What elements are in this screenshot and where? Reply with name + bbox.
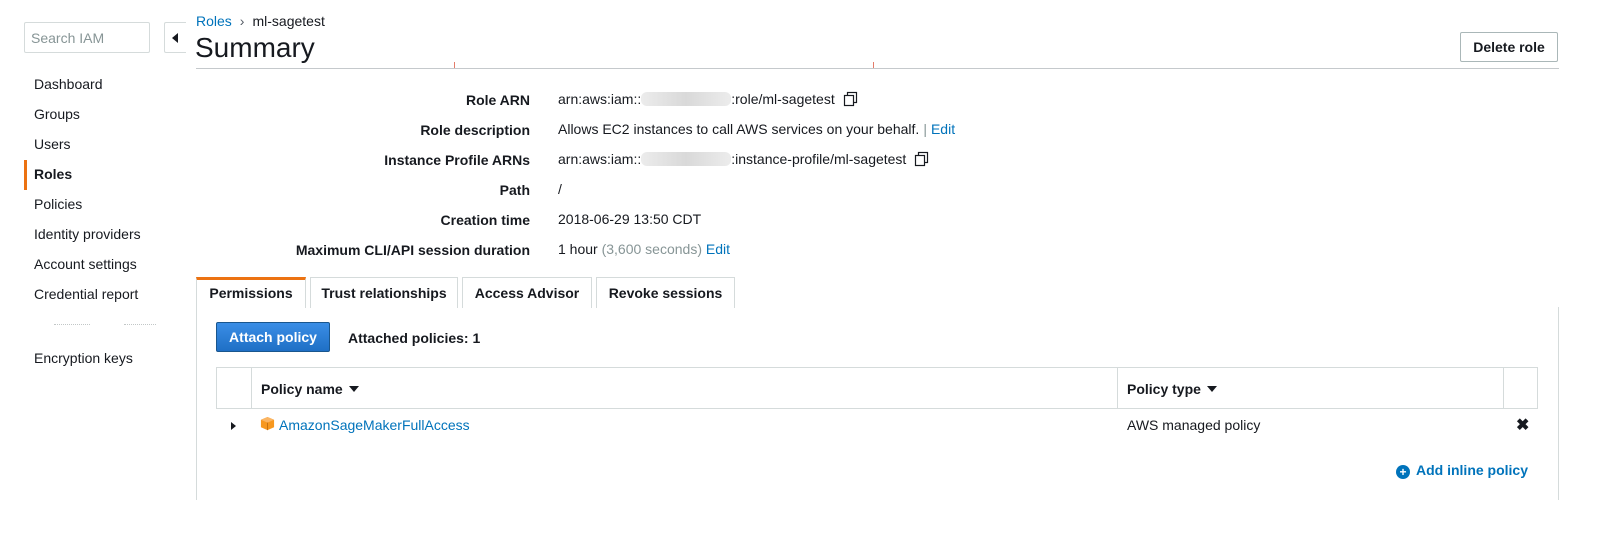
tab-trust-relationships[interactable]: Trust relationships [310,277,458,308]
creation-time-row: Creation time 2018-06-29 13:50 CDT [196,204,1196,234]
role-description-label: Role description [420,122,530,138]
role-description-text: Allows EC2 instances to call AWS service… [558,121,920,137]
title-divider [196,68,1559,69]
breadcrumb: Roles › ml-sagetest [196,13,325,29]
search-box [24,22,150,53]
creation-time-value: 2018-06-29 13:50 CDT [558,211,702,227]
edit-session-duration-link[interactable]: Edit [706,241,730,257]
session-duration-seconds: (3,600 seconds) [601,241,702,257]
policy-type-value: AWS managed policy [1127,417,1261,433]
path-value: / [558,181,562,197]
instance-profile-prefix: arn:aws:iam:: [558,151,642,167]
sidebar-item-policies[interactable]: Policies [24,190,194,220]
add-inline-policy-button[interactable]: + Add inline policy [1396,462,1528,479]
role-arn-value: arn:aws:iam:::role/ml-sagetest [558,91,859,107]
title-divider-tick [454,62,455,68]
role-summary-details: Role ARN arn:aws:iam:::role/ml-sagetest … [196,84,1196,264]
sidebar-item-groups[interactable]: Groups [24,100,194,130]
instance-profile-row: Instance Profile ARNs arn:aws:iam:::inst… [196,144,1196,174]
sidebar-divider [54,324,156,325]
copy-icon[interactable] [914,151,930,167]
page-title: Summary [195,32,315,63]
sidebar-item-roles[interactable]: Roles [24,160,194,190]
copy-icon[interactable] [843,91,859,107]
add-inline-policy-label: Add inline policy [1416,462,1529,478]
column-header-policy-name-label: Policy name [261,381,343,397]
sidebar: Dashboard Groups Users Roles Policies Id… [0,0,196,546]
sidebar-item-users[interactable]: Users [24,130,194,160]
aws-managed-policy-icon [260,416,275,431]
column-header-policy-name[interactable]: Policy name [261,381,359,397]
table-row: AmazonSageMakerFullAccess AWS managed po… [216,409,1538,443]
search-input[interactable] [25,23,149,52]
role-arn-prefix: arn:aws:iam:: [558,91,642,107]
plus-circle-icon: + [1396,465,1410,479]
breadcrumb-roles-link[interactable]: Roles [196,13,232,29]
session-duration-row: Maximum CLI/API session duration 1 hour … [196,234,1196,264]
sidebar-nav: Dashboard Groups Users Roles Policies Id… [24,70,194,310]
sidebar-item-credential-report[interactable]: Credential report [24,280,194,310]
chevron-right-icon: › [239,13,245,29]
sort-down-icon [348,386,359,392]
title-divider-tick [873,62,874,68]
sidebar-item-dashboard[interactable]: Dashboard [24,70,194,100]
caret-left-icon [172,33,178,43]
role-description-row: Role description Allows EC2 instances to… [196,114,1196,144]
remove-policy-icon[interactable]: ✖ [1516,415,1529,435]
delete-role-button[interactable]: Delete role [1460,32,1558,62]
policy-name-link[interactable]: AmazonSageMakerFullAccess [279,417,470,433]
instance-profile-value: arn:aws:iam:::instance-profile/ml-sagete… [558,151,930,167]
table-header: Policy name Policy type [216,367,1538,409]
sidebar-item-account-settings[interactable]: Account settings [24,250,194,280]
instance-profile-suffix: :instance-profile/ml-sagetest [731,151,907,167]
breadcrumb-current: ml-sagetest [252,13,325,29]
edit-description-link[interactable]: Edit [931,121,955,137]
column-header-policy-type-label: Policy type [1127,381,1201,397]
redacted-account-id [641,92,732,106]
policies-table: Policy name Policy type AmazonSageMakerF… [216,367,1538,443]
column-header-policy-type[interactable]: Policy type [1127,381,1217,397]
separator: | [923,121,927,137]
expand-row-icon[interactable] [231,422,236,430]
sidebar-item-encryption-keys-wrap: Encryption keys [24,344,133,374]
role-arn-suffix: :role/ml-sagetest [731,91,835,107]
session-duration-text: 1 hour [558,241,598,257]
sidebar-item-encryption-keys[interactable]: Encryption keys [24,344,133,374]
instance-profile-label: Instance Profile ARNs [384,152,530,168]
panel-border [1558,307,1559,500]
role-description-value: Allows EC2 instances to call AWS service… [558,121,955,137]
creation-time-label: Creation time [440,212,530,228]
column-divider [1117,368,1118,409]
collapse-sidebar-button[interactable] [164,22,186,53]
session-duration-value: 1 hour (3,600 seconds) Edit [558,241,730,257]
column-divider [1503,368,1504,409]
redacted-account-id [641,152,732,166]
role-arn-label: Role ARN [465,92,530,108]
attached-policies-count: Attached policies: 1 [348,330,481,346]
sidebar-item-identity-providers[interactable]: Identity providers [24,220,194,250]
tab-permissions[interactable]: Permissions [196,277,306,308]
tab-revoke-sessions[interactable]: Revoke sessions [596,277,735,308]
role-arn-row: Role ARN arn:aws:iam:::role/ml-sagetest [196,84,1196,114]
tab-access-advisor[interactable]: Access Advisor [462,277,592,308]
sort-down-icon [1206,386,1217,392]
path-label: Path [499,182,530,198]
attach-policy-button[interactable]: Attach policy [216,322,330,352]
path-row: Path / [196,174,1196,204]
column-divider [251,368,252,409]
session-duration-label: Maximum CLI/API session duration [295,242,530,258]
